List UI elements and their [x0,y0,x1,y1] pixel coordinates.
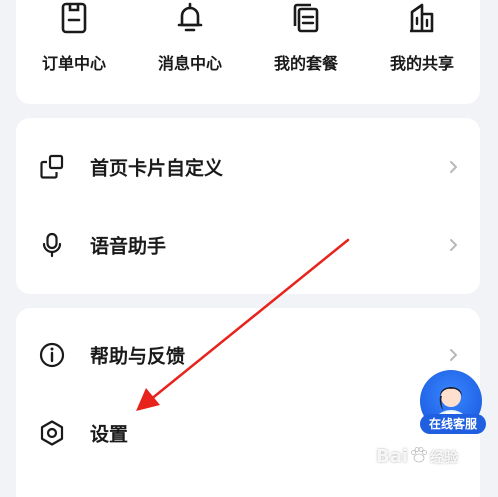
settings-icon [40,420,64,446]
me-page: 订单中心 消息中心 我的套餐 我的共享 首页卡片自定义 语音助手 帮助与反馈 设… [0,0,498,497]
menu-item-home-card-customize[interactable]: 首页卡片自定义 [16,132,480,202]
baidu-watermark: Bai 经验 [376,446,458,467]
quick-actions-card: 订单中心 消息中心 我的套餐 我的共享 [16,0,480,104]
info-icon [39,342,65,368]
menu-group-card: 首页卡片自定义 语音助手 [16,118,480,294]
menu-item-label: 首页卡片自定义 [90,157,224,180]
menu-group-card: 帮助与反馈 设置 [16,308,480,497]
quick-action-order-center[interactable]: 订单中心 [24,0,124,74]
bell-icon [177,2,203,32]
quick-action-my-package[interactable]: 我的套餐 [256,0,356,74]
menu-item-label: 语音助手 [90,235,167,258]
quick-action-message-center[interactable]: 消息中心 [140,0,240,74]
quick-action-label: 我的套餐 [273,54,338,73]
watermark-subtext: 经验 [430,450,459,466]
quick-action-label: 我的共享 [389,54,454,73]
share-icon [410,3,434,33]
menu-item-label: 帮助与反馈 [90,345,186,368]
microphone-icon [42,232,62,258]
menu-item-voice-assistant[interactable]: 语音助手 [16,210,480,280]
quick-action-my-share[interactable]: 我的共享 [372,0,472,74]
package-icon [293,3,319,33]
paw-icon [411,447,427,463]
quick-action-label: 订单中心 [41,54,106,73]
online-service-label: 在线客服 [420,414,486,434]
chevron-right-icon [450,161,457,173]
quick-action-label: 消息中心 [157,54,222,73]
chevron-right-icon [450,239,457,251]
chevron-right-icon [450,349,457,361]
cards-icon [40,154,64,179]
online-service-button[interactable]: 在线客服 [418,370,486,438]
menu-item-help-feedback[interactable]: 帮助与反馈 [16,320,480,390]
order-icon [61,2,87,34]
watermark-text: Bai [376,446,409,467]
menu-item-label: 设置 [90,423,129,446]
